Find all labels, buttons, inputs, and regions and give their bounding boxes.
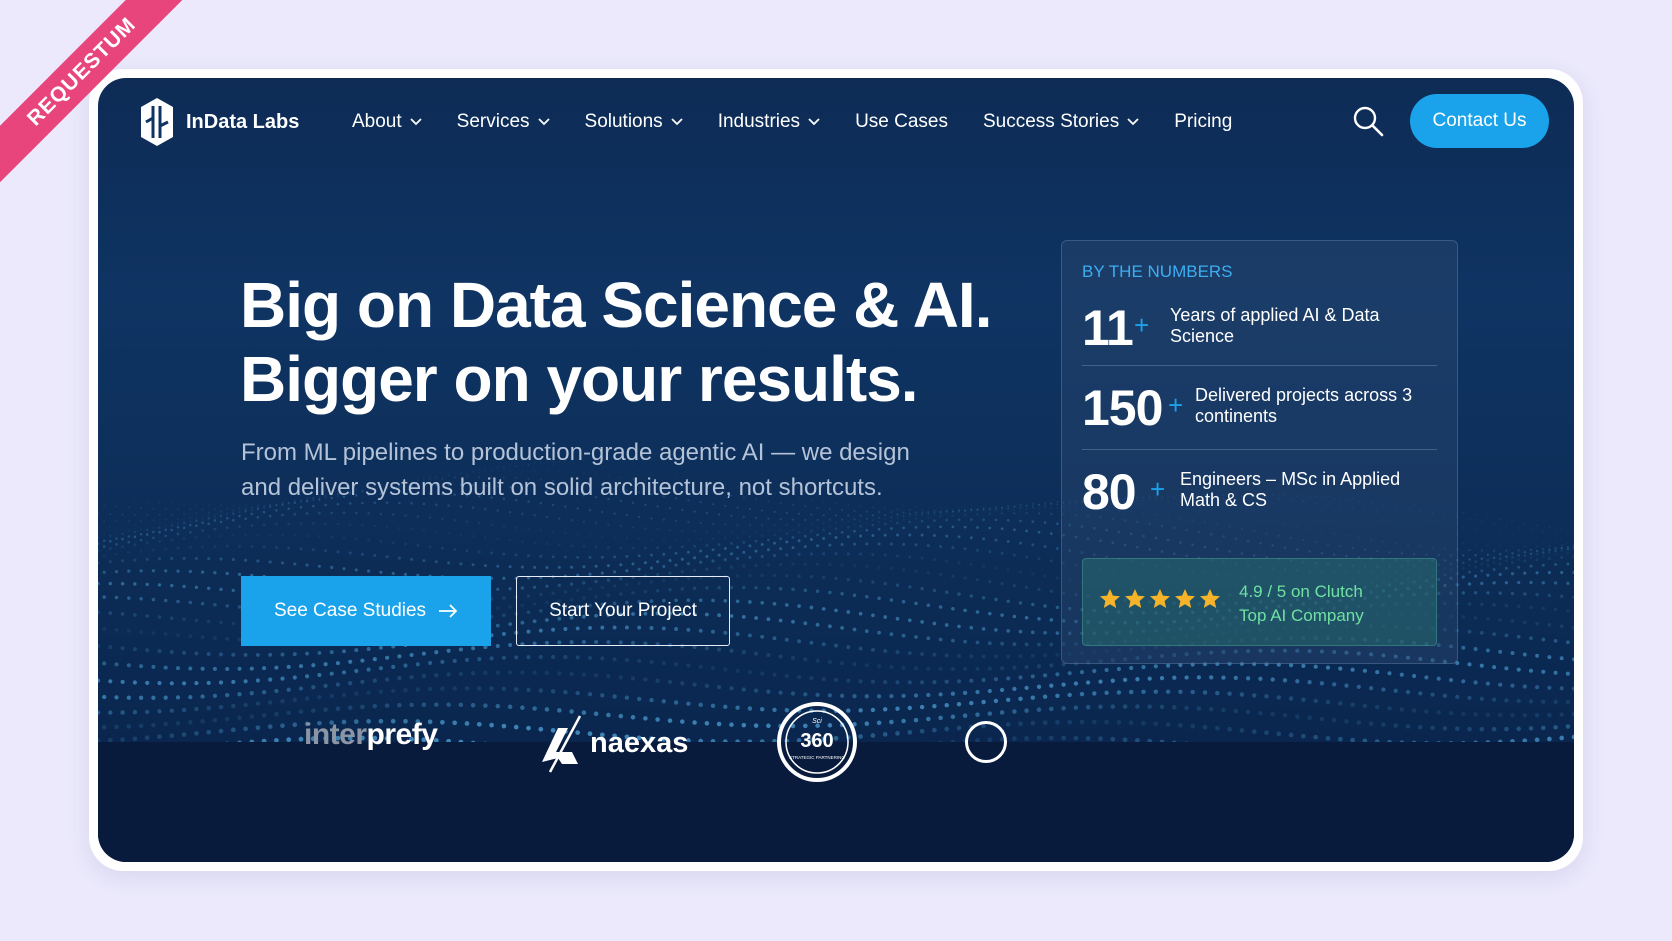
clutch-rating-badge[interactable]: 4.9 / 5 on Clutch Top AI Company — [1082, 558, 1437, 646]
nav-item-label: Success Stories — [982, 111, 1120, 132]
top-navigation: InData Labs About Services Solutions Ind… — [98, 78, 1574, 168]
stat-description: Years of applied AI & Data Science — [1170, 305, 1380, 346]
nav-item-use-cases[interactable]: Use Cases — [855, 111, 948, 133]
clutch-rating-line: 4.9 / 5 on Clutch — [1239, 582, 1363, 601]
star-rating — [1098, 587, 1223, 611]
chevron-down-icon — [808, 118, 820, 126]
star-icon — [1200, 589, 1220, 608]
stat-description: Engineers – MSc in Applied Math & CS — [1180, 469, 1401, 510]
ribbon-wrapper: REQUESTUM — [0, 0, 200, 200]
interprefy-logo: interprefy — [304, 718, 438, 752]
star-icon — [1175, 589, 1195, 608]
naexas-logo: naexas — [538, 712, 688, 774]
stat-years: 11 + Years of applied AI & Data Science — [1082, 299, 1440, 359]
sci360-bottom-text: STRATEGIC PARTNERING — [789, 755, 845, 760]
stats-card-label: BY THE NUMBERS — [1082, 262, 1233, 281]
naexas-logo-text: naexas — [590, 726, 689, 759]
stat-value: 11 — [1082, 300, 1134, 356]
nav-item-label: Pricing — [1174, 111, 1233, 132]
stat-value: 80 — [1082, 464, 1137, 520]
chevron-down-icon — [671, 118, 683, 126]
stat-divider — [1082, 449, 1437, 450]
clutch-award-line: Top AI Company — [1239, 606, 1364, 625]
chevron-down-icon — [537, 118, 550, 126]
nav-item-about[interactable]: About — [352, 111, 422, 133]
stat-projects: 150 + Delivered projects across 3 contin… — [1082, 379, 1440, 439]
nav-item-label: Industries — [717, 111, 801, 132]
stats-card: BY THE NUMBERS 11 + Years of applied AI … — [1061, 240, 1458, 664]
stat-plus: + — [1150, 474, 1166, 504]
star-icon — [1150, 589, 1170, 608]
nav-item-solutions[interactable]: Solutions — [585, 111, 683, 133]
contact-us-button[interactable]: Contact Us — [1410, 94, 1549, 148]
nav-item-label: Use Cases — [855, 111, 948, 132]
button-label: See Case Studies — [273, 600, 427, 621]
interprefy-logo-part: inter — [304, 718, 367, 751]
brand-name: InData Labs — [186, 110, 300, 133]
stat-plus: + — [1168, 390, 1184, 420]
naexas-mark-icon — [542, 715, 582, 773]
sci360-text: 360 — [800, 730, 833, 752]
nav-item-label: Services — [456, 111, 530, 132]
clutch-text: 4.9 / 5 on Clutch Top AI Company — [1239, 580, 1364, 628]
website-screen: InData Labs About Services Solutions Ind… — [98, 78, 1574, 862]
chevron-down-icon — [1127, 118, 1139, 126]
nav-item-label: About — [352, 111, 402, 132]
star-icon — [1100, 589, 1120, 608]
arrow-right-icon — [439, 604, 458, 618]
chevron-down-icon — [410, 118, 422, 126]
main-menu: About Services Solutions Industries Use … — [352, 111, 1267, 133]
hero-subtext: From ML pipelines to production-grade ag… — [241, 439, 910, 501]
nav-item-pricing[interactable]: Pricing — [1174, 111, 1232, 133]
stat-divider — [1082, 365, 1437, 366]
see-case-studies-button[interactable]: See Case Studies — [241, 576, 491, 646]
start-your-project-button[interactable]: Start Your Project — [516, 576, 730, 646]
stat-description: Delivered projects across 3 continents — [1195, 385, 1413, 426]
sci360-logo: Sci 360 STRATEGIC PARTNERING — [777, 702, 857, 782]
stat-plus: + — [1134, 310, 1150, 340]
nav-item-industries[interactable]: Industries — [718, 111, 820, 133]
hero-headline: Big on Data Science & AI. Bigger on your… — [240, 268, 992, 416]
search-icon[interactable] — [1351, 104, 1385, 138]
nav-item-label: Solutions — [584, 111, 663, 132]
nav-item-services[interactable]: Services — [457, 111, 550, 133]
stat-engineers: 80 + Engineers – MSc in Applied Math & C… — [1082, 463, 1440, 523]
requestum-ribbon: REQUESTUM — [0, 0, 196, 186]
ring-logo — [965, 721, 1007, 763]
headline-line-2: Bigger on your results. — [240, 343, 919, 415]
star-icon — [1125, 589, 1145, 608]
sci360-top-text: Sci — [812, 718, 822, 725]
interprefy-logo-part: prefy — [366, 718, 438, 751]
headline-line-1: Big on Data Science & AI. — [240, 269, 992, 341]
stat-value: 150 — [1082, 380, 1163, 436]
nav-item-success-stories[interactable]: Success Stories — [983, 111, 1139, 133]
